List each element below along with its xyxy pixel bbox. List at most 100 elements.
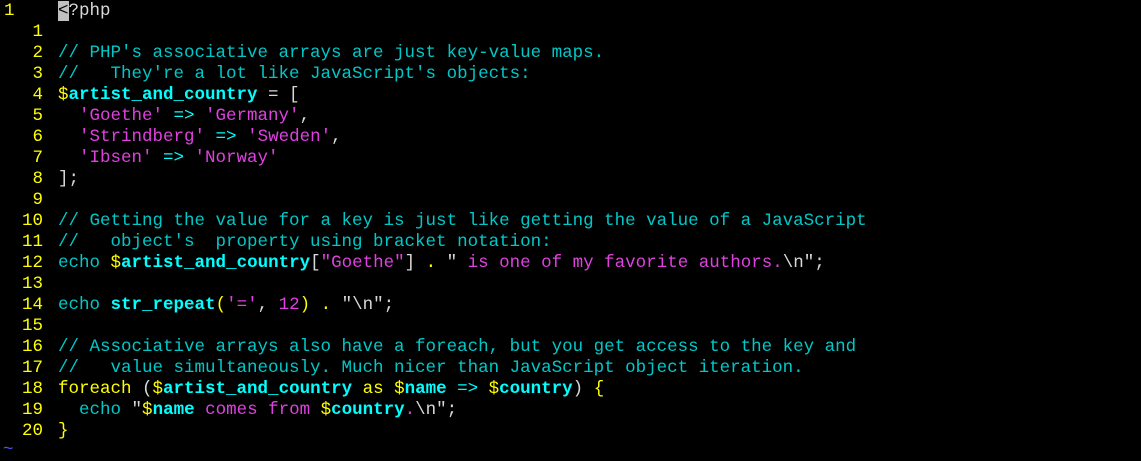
line-number: 15 — [21, 316, 43, 336]
line-code[interactable]: echo str_repeat('=', 12) . "\n"; — [58, 295, 394, 316]
code-token: 'Germany' — [205, 106, 300, 126]
code-token: ] — [404, 253, 426, 273]
code-line[interactable]: 17 // value simultaneously. Much nicer th… — [0, 358, 1141, 379]
code-line[interactable]: 3 // They're a lot like JavaScript's obje… — [0, 64, 1141, 85]
code-token: . — [425, 253, 437, 273]
line-code[interactable]: 'Goethe' => 'Germany', — [58, 106, 310, 127]
line-code[interactable]: echo "$name comes from $country.\n"; — [58, 400, 457, 421]
line-number: 14 — [21, 295, 43, 315]
code-line[interactable]: 5 'Goethe' => 'Germany', — [0, 106, 1141, 127]
code-token: , — [257, 295, 279, 315]
code-token: => — [205, 127, 248, 147]
code-token: $ — [488, 379, 500, 399]
code-token: ) — [572, 379, 594, 399]
code-token: $ — [142, 400, 153, 420]
code-token: " — [121, 400, 143, 420]
code-token: // object's property using bracket notat… — [58, 232, 552, 252]
code-token: country — [331, 400, 405, 420]
code-line[interactable]: 11 // object's property using bracket not… — [0, 232, 1141, 253]
line-code[interactable]: // Associative arrays also have a foreac… — [58, 337, 856, 358]
code-token: 'Ibsen' — [79, 148, 153, 168]
line-code[interactable]: ]; — [58, 169, 79, 190]
code-token: ?php — [68, 1, 111, 21]
line-code[interactable]: $artist_and_country = [ — [58, 85, 300, 106]
line-number: 11 — [21, 232, 43, 252]
code-token: ]; — [58, 169, 80, 189]
line-number: 3 — [32, 64, 43, 84]
code-line[interactable]: 20} — [0, 421, 1141, 442]
code-token: // Getting the value for a key is just l… — [58, 211, 867, 231]
code-token: // They're a lot like JavaScript's objec… — [58, 64, 531, 84]
code-token: 'Sweden' — [247, 127, 332, 147]
code-token: " — [436, 253, 458, 273]
line-number: 1 — [32, 22, 43, 42]
line-number: 19 — [21, 400, 43, 420]
code-line[interactable]: 16 // Associative arrays also have a fore… — [0, 337, 1141, 358]
code-token: echo — [58, 295, 101, 315]
code-token: artist_and_country — [68, 85, 258, 105]
code-line[interactable]: 1 <?php — [0, 1, 1141, 22]
code-token: "\n"; — [331, 295, 395, 315]
line-code[interactable]: // PHP's associative arrays are just key… — [58, 43, 604, 64]
line-code[interactable]: } — [58, 421, 69, 442]
line-code[interactable]: 'Strindberg' => 'Sweden', — [58, 127, 342, 148]
code-token: ( — [131, 379, 153, 399]
line-number: 5 — [32, 106, 43, 126]
code-editor[interactable]: 1 <?php 1 2// PHP's associative arrays are … — [0, 0, 1141, 456]
line-number: 8 — [32, 169, 43, 189]
code-token: $ — [110, 253, 122, 273]
line-code[interactable]: echo $artist_and_country["Goethe"] . " i… — [58, 253, 825, 274]
code-line[interactable]: 14 echo str_repeat('=', 12) . "\n"; — [0, 295, 1141, 316]
code-token: ) — [299, 295, 311, 315]
line-number: 20 — [21, 421, 43, 441]
line-code[interactable]: // They're a lot like JavaScript's objec… — [58, 64, 531, 85]
code-token: // Associative arrays also have a foreac… — [58, 337, 857, 357]
code-token: country — [499, 379, 573, 399]
line-code[interactable]: <?php — [58, 1, 111, 22]
code-line[interactable]: 10 // Getting the value for a key is just… — [0, 211, 1141, 232]
code-token: '=' — [226, 295, 258, 315]
code-line[interactable]: 9 — [0, 190, 1141, 211]
line-code[interactable]: // object's property using bracket notat… — [58, 232, 552, 253]
code-token: [ — [310, 253, 321, 273]
code-token: , — [299, 106, 311, 126]
line-code[interactable]: foreach ($artist_and_country as $name =>… — [58, 379, 604, 400]
code-line[interactable]: 2 // PHP's associative arrays are just ke… — [0, 43, 1141, 64]
code-line[interactable]: 13 — [0, 274, 1141, 295]
code-token: $ — [152, 379, 164, 399]
code-token: . — [320, 295, 332, 315]
code-token: // PHP's associative arrays are just key… — [58, 43, 605, 63]
line-number: 18 — [21, 379, 43, 399]
line-code[interactable]: // Getting the value for a key is just l… — [58, 211, 867, 232]
code-token: ( — [215, 295, 227, 315]
code-line[interactable]: 12 echo $artist_and_country["Goethe"] . "… — [0, 253, 1141, 274]
code-token: \n"; — [415, 400, 458, 420]
code-token: => — [446, 379, 489, 399]
line-number: 1 — [4, 1, 15, 21]
code-line[interactable]: 8]; — [0, 169, 1141, 190]
code-token: 'Strindberg' — [79, 127, 206, 147]
code-line[interactable]: 1 — [0, 22, 1141, 43]
code-token: 12 — [278, 295, 300, 315]
code-token: $ — [320, 400, 332, 420]
code-token: is one of my favorite authors. — [457, 253, 783, 273]
code-token: => — [152, 148, 195, 168]
code-line[interactable]: 6 'Strindberg' => 'Sweden', — [0, 127, 1141, 148]
line-number: 2 — [32, 43, 43, 63]
code-token: } — [58, 421, 69, 441]
code-line[interactable]: 19 echo "$name comes from $country.\n"; — [0, 400, 1141, 421]
code-line[interactable]: 15 — [0, 316, 1141, 337]
line-code[interactable]: // value simultaneously. Much nicer than… — [58, 358, 804, 379]
code-token: $ — [394, 379, 405, 399]
code-line[interactable]: 18 foreach ($artist_and_country as $name … — [0, 379, 1141, 400]
empty-line-marker: ~ — [3, 440, 14, 460]
code-line[interactable]: 4 $artist_and_country = [ — [0, 85, 1141, 106]
code-token: str_repeat — [110, 295, 216, 315]
code-line[interactable]: 7 'Ibsen' => 'Norway' — [0, 148, 1141, 169]
line-code[interactable]: 'Ibsen' => 'Norway' — [58, 148, 279, 169]
